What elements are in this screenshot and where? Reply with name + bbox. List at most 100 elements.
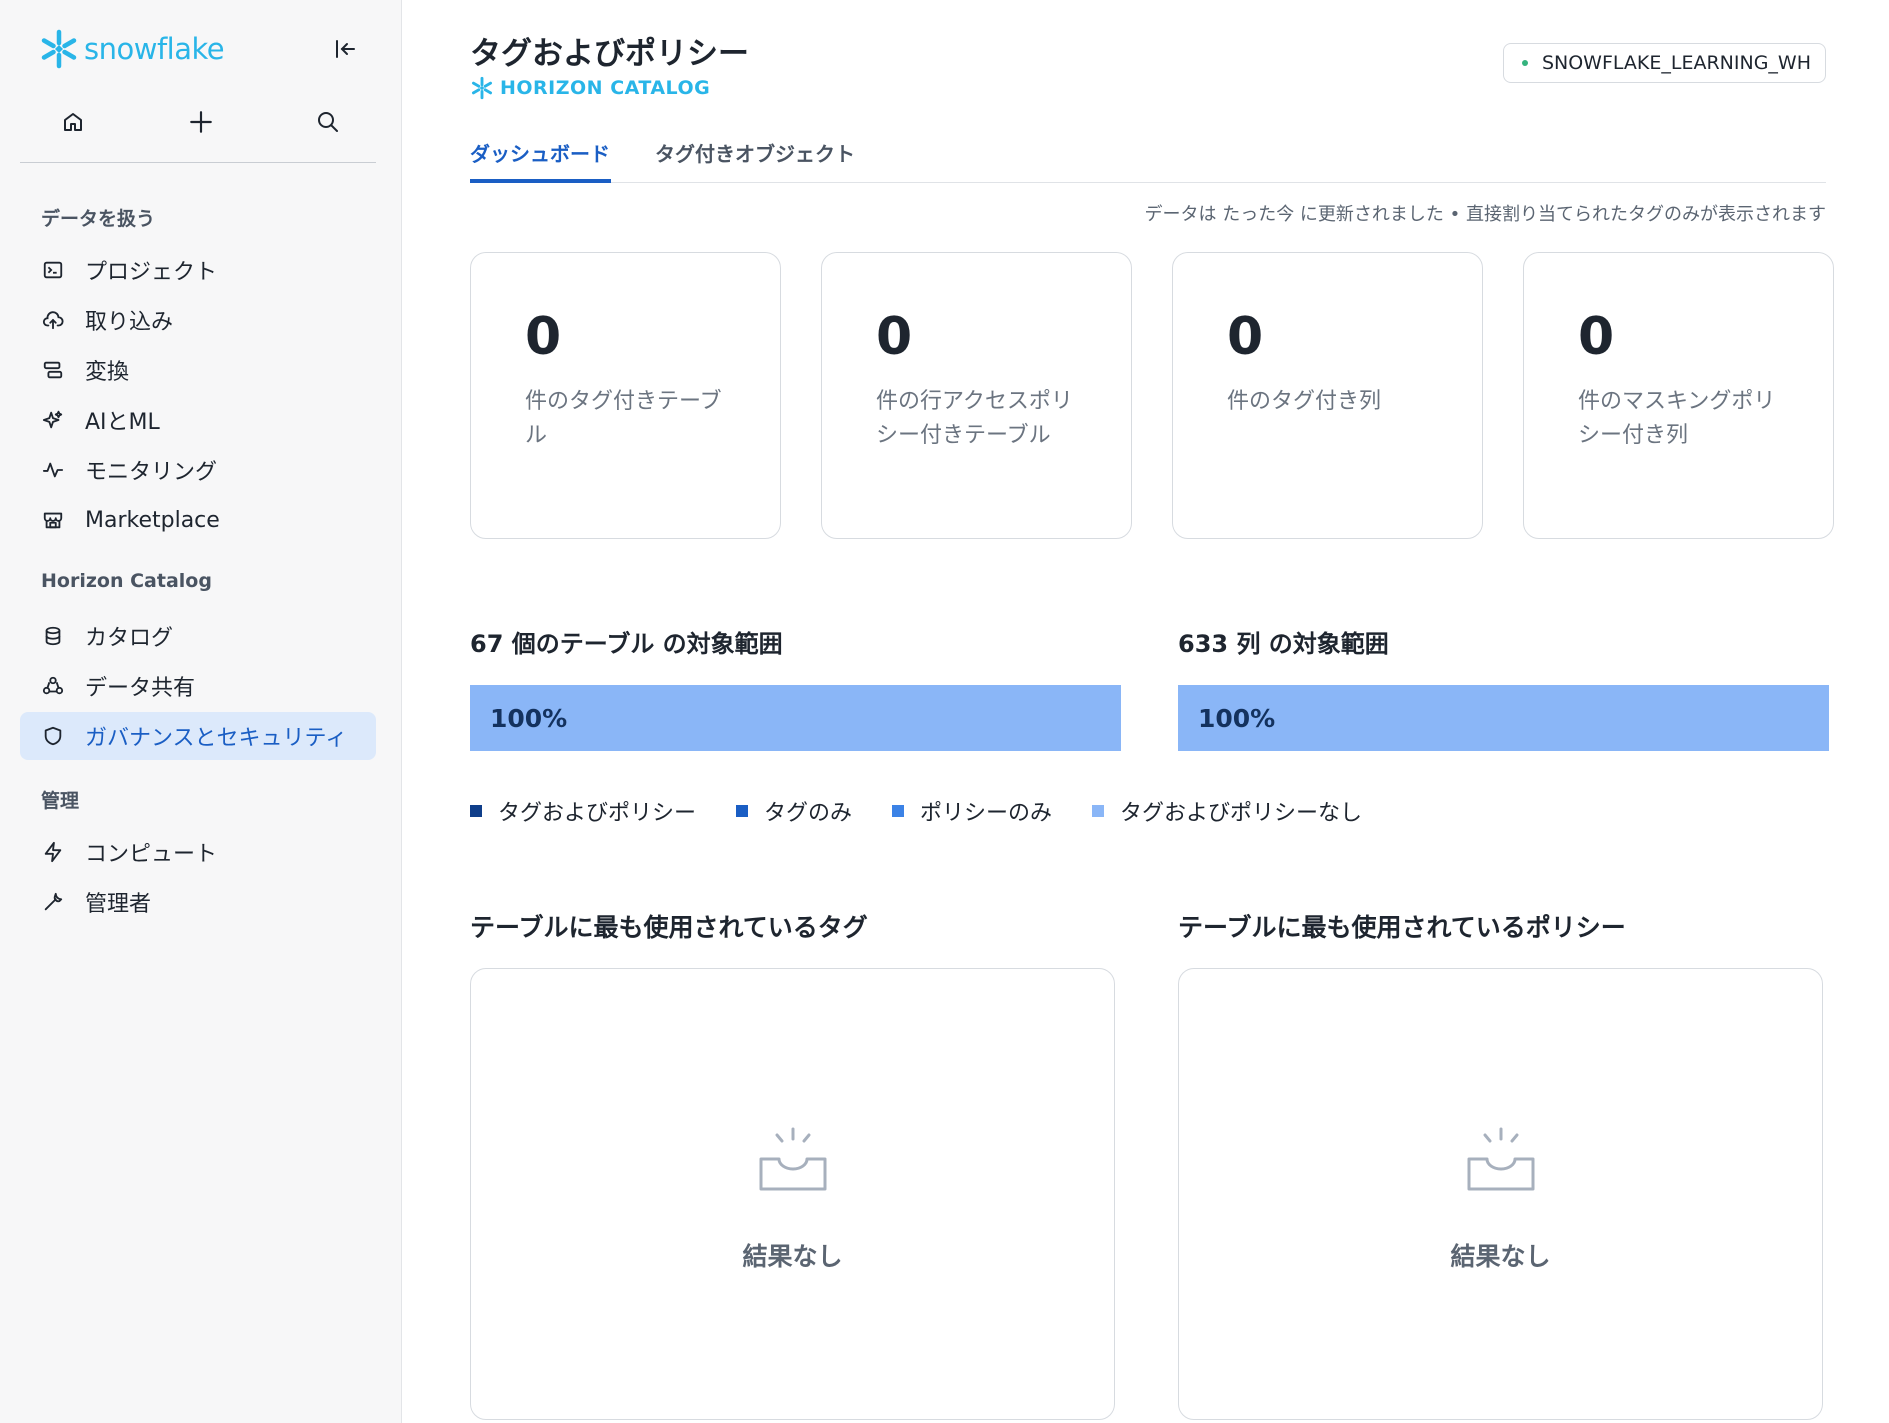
stat-card-row-access-tables: 0 件の行アクセスポリシー付きテーブル (821, 252, 1132, 539)
stat-label: 件のタグ付きテーブル (525, 389, 722, 448)
create-button[interactable] (183, 104, 219, 140)
legend-label: タグおよびポリシーなし (1120, 801, 1363, 826)
column-coverage-title: 633 列 の対象範囲 (1178, 630, 1389, 658)
sidebar-quick-actions (20, 104, 376, 140)
sidebar-item-governance-security[interactable]: ガバナンスとセキュリティ (20, 712, 376, 760)
sidebar-item-label: カタログ (85, 626, 174, 651)
subtitle-text: HORIZON CATALOG (500, 77, 711, 99)
sidebar-item-compute[interactable]: コンピュート (20, 828, 376, 876)
status-dot-icon (1521, 60, 1528, 66)
sidebar-item-label: 取り込み (85, 310, 174, 335)
section-label-admin: 管理 (41, 790, 80, 812)
legend-item-policies-only: ポリシーのみ (892, 795, 1052, 827)
sidebar-item-ingestion[interactable]: 取り込み (20, 296, 376, 344)
sidebar-item-label: 変換 (85, 360, 130, 385)
sidebar-item-label: プロジェクト (85, 260, 218, 285)
sidebar-item-data-sharing[interactable]: データ共有 (20, 662, 376, 710)
bolt-icon (41, 840, 65, 864)
table-coverage-bar[interactable]: 100% (470, 685, 1121, 751)
last-updated-text: データは たった今 に更新されました • 直接割り当てられたタグのみが表示されま… (1144, 204, 1826, 225)
stat-value: 0 (525, 307, 562, 367)
activity-icon (41, 458, 65, 482)
empty-state-text: 結果なし (1450, 1242, 1551, 1271)
stat-value: 0 (1578, 307, 1615, 367)
legend-swatch (470, 805, 482, 817)
shield-icon (41, 724, 65, 748)
stat-label: 件の行アクセスポリシー付きテーブル (876, 389, 1073, 448)
legend-label: タグのみ (764, 801, 853, 826)
legend-label: ポリシーのみ (920, 801, 1053, 826)
top-policies-panel: 結果なし (1178, 968, 1823, 1420)
stat-card-tagged-tables: 0 件のタグ付きテーブル (470, 252, 781, 539)
sidebar-item-label: ガバナンスとセキュリティ (85, 726, 348, 751)
snowflake-icon (472, 76, 492, 100)
top-tags-title: テーブルに最も使用されているタグ (470, 913, 868, 942)
sidebar-item-marketplace[interactable]: Marketplace (20, 496, 376, 544)
tab-tagged-objects[interactable]: タグ付きオブジェクト (655, 136, 855, 183)
sidebar: snowflake データを扱う プロジェクト 取り込み 変換 AIとML モニ… (0, 0, 402, 1423)
empty-inbox-icon (1467, 1127, 1534, 1191)
legend-item-tags-and-policies: タグおよびポリシー (470, 795, 696, 827)
home-icon (64, 113, 82, 131)
empty-state-text: 結果なし (742, 1242, 843, 1271)
stat-value: 0 (1227, 307, 1264, 367)
stat-label: 件のマスキングポリシー付き列 (1578, 389, 1776, 448)
legend-item-tags-only: タグのみ (736, 795, 852, 827)
logo-text: snowflake (84, 32, 225, 66)
sidebar-item-transform[interactable]: 変換 (20, 346, 376, 394)
legend-label: タグおよびポリシー (498, 801, 697, 826)
section-label-horizon: Horizon Catalog (41, 570, 212, 592)
legend-swatch (1092, 805, 1105, 817)
snowflake-logo[interactable]: snowflake (38, 28, 225, 70)
wrench-icon (41, 890, 65, 914)
sidebar-item-label: 管理者 (85, 892, 152, 917)
terminal-icon (41, 258, 65, 282)
transform-icon (41, 358, 65, 382)
snowflake-logo-icon (41, 29, 77, 69)
coverage-bar-fill (470, 685, 1121, 751)
coverage-percent: 100% (490, 704, 568, 733)
sidebar-divider (20, 162, 376, 163)
plus-icon (189, 111, 212, 133)
sidebar-item-label: データ共有 (85, 676, 196, 701)
sidebar-item-projects[interactable]: プロジェクト (20, 246, 376, 294)
sidebar-item-catalog[interactable]: カタログ (20, 612, 376, 660)
empty-inbox-icon (759, 1127, 826, 1191)
table-coverage-title: 67 個のテーブル の対象範囲 (470, 630, 783, 658)
sidebar-item-label: AIとML (85, 410, 160, 435)
home-button[interactable] (55, 104, 91, 140)
legend-swatch (736, 805, 749, 817)
page-subtitle: HORIZON CATALOG (470, 76, 710, 100)
stat-card-tagged-columns: 0 件のタグ付き列 (1172, 252, 1483, 539)
coverage-percent: 100% (1198, 704, 1276, 733)
top-policies-title: テーブルに最も使用されているポリシー (1178, 913, 1626, 942)
sparkle-icon (41, 408, 65, 432)
cloud-upload-icon (41, 308, 65, 332)
coverage-legend: タグおよびポリシー タグのみ ポリシーのみ タグおよびポリシーなし (470, 795, 1402, 827)
column-coverage-bar[interactable]: 100% (1178, 685, 1829, 751)
stat-card-masking-columns: 0 件のマスキングポリシー付き列 (1523, 252, 1834, 539)
share-icon (41, 674, 65, 698)
warehouse-selector[interactable]: SNOWFLAKE_LEARNING_WH (1502, 43, 1826, 83)
sidebar-item-admin[interactable]: 管理者 (20, 878, 376, 926)
coverage-bar-fill (1178, 685, 1829, 751)
stat-label: 件のタグ付き列 (1227, 389, 1382, 414)
sidebar-item-label: コンピュート (85, 842, 218, 867)
search-button[interactable] (310, 104, 346, 140)
legend-swatch (892, 805, 905, 817)
section-label-data: データを扱う (41, 208, 156, 230)
tab-dashboard[interactable]: ダッシュボード (470, 136, 611, 183)
search-icon (318, 112, 338, 132)
top-tags-panel: 結果なし (470, 968, 1115, 1420)
collapse-sidebar-button[interactable] (330, 34, 360, 64)
sidebar-item-monitoring[interactable]: モニタリング (20, 446, 376, 494)
sidebar-item-label: Marketplace (85, 507, 220, 533)
sidebar-item-label: モニタリング (85, 460, 218, 485)
database-icon (41, 624, 65, 648)
page-title: タグおよびポリシー (470, 36, 749, 72)
sidebar-item-ai-ml[interactable]: AIとML (20, 396, 376, 444)
legend-item-none: タグおよびポリシーなし (1092, 795, 1362, 827)
tab-bar: ダッシュボード タグ付きオブジェクト (470, 136, 1826, 183)
stat-value: 0 (876, 307, 913, 367)
store-icon (41, 508, 65, 532)
